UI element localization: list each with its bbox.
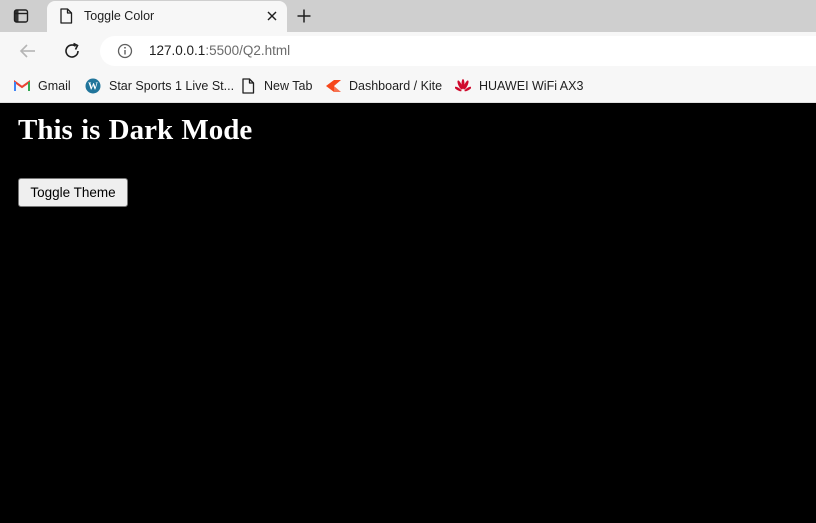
svg-text:W: W xyxy=(88,82,98,93)
browser-window: Toggle Color 127.0.0.1:5500/Q2.html Gmai… xyxy=(0,0,816,523)
tab-active[interactable]: Toggle Color xyxy=(47,1,287,32)
gmail-icon xyxy=(14,78,30,94)
page-content: This is Dark Mode Toggle Theme xyxy=(0,103,816,523)
huawei-icon xyxy=(455,78,471,94)
bookmark-huawei[interactable]: HUAWEI WiFi AX3 xyxy=(455,77,583,95)
tab-strip: Toggle Color xyxy=(0,0,816,32)
page-heading: This is Dark Mode xyxy=(18,114,253,146)
bookmark-label: Dashboard / Kite xyxy=(349,79,443,93)
bookmarks-bar: Gmail W Star Sports 1 Live St... New Tab xyxy=(0,70,816,103)
bookmark-label: HUAWEI WiFi AX3 xyxy=(479,79,584,93)
bookmark-label: Gmail xyxy=(38,79,71,93)
address-bar[interactable]: 127.0.0.1:5500/Q2.html xyxy=(100,36,816,66)
toggle-theme-button[interactable]: Toggle Theme xyxy=(18,178,128,207)
wordpress-icon: W xyxy=(85,78,101,94)
bookmark-new-tab[interactable]: New Tab xyxy=(240,77,312,95)
site-info-icon[interactable] xyxy=(117,43,133,59)
url-host: 127.0.0.1 xyxy=(149,43,206,58)
new-tab-plus-icon[interactable] xyxy=(293,6,315,26)
bookmark-label: New Tab xyxy=(264,79,313,93)
tab-title: Toggle Color xyxy=(84,9,155,23)
bookmark-gmail[interactable]: Gmail xyxy=(14,77,71,95)
url-text: 127.0.0.1:5500/Q2.html xyxy=(149,43,290,58)
toolbar: 127.0.0.1:5500/Q2.html xyxy=(0,32,816,70)
close-icon[interactable] xyxy=(265,9,279,23)
page-icon xyxy=(240,78,256,94)
reload-icon[interactable] xyxy=(62,41,82,61)
tab-actions-icon[interactable] xyxy=(12,7,30,25)
page-icon xyxy=(58,8,74,24)
bookmark-kite[interactable]: Dashboard / Kite xyxy=(325,77,442,95)
kite-icon xyxy=(325,78,341,94)
back-arrow-icon[interactable] xyxy=(18,41,38,61)
bookmark-star-sports[interactable]: W Star Sports 1 Live St... xyxy=(85,77,234,95)
bookmark-label: Star Sports 1 Live St... xyxy=(109,79,235,93)
url-path: :5500/Q2.html xyxy=(205,43,291,58)
